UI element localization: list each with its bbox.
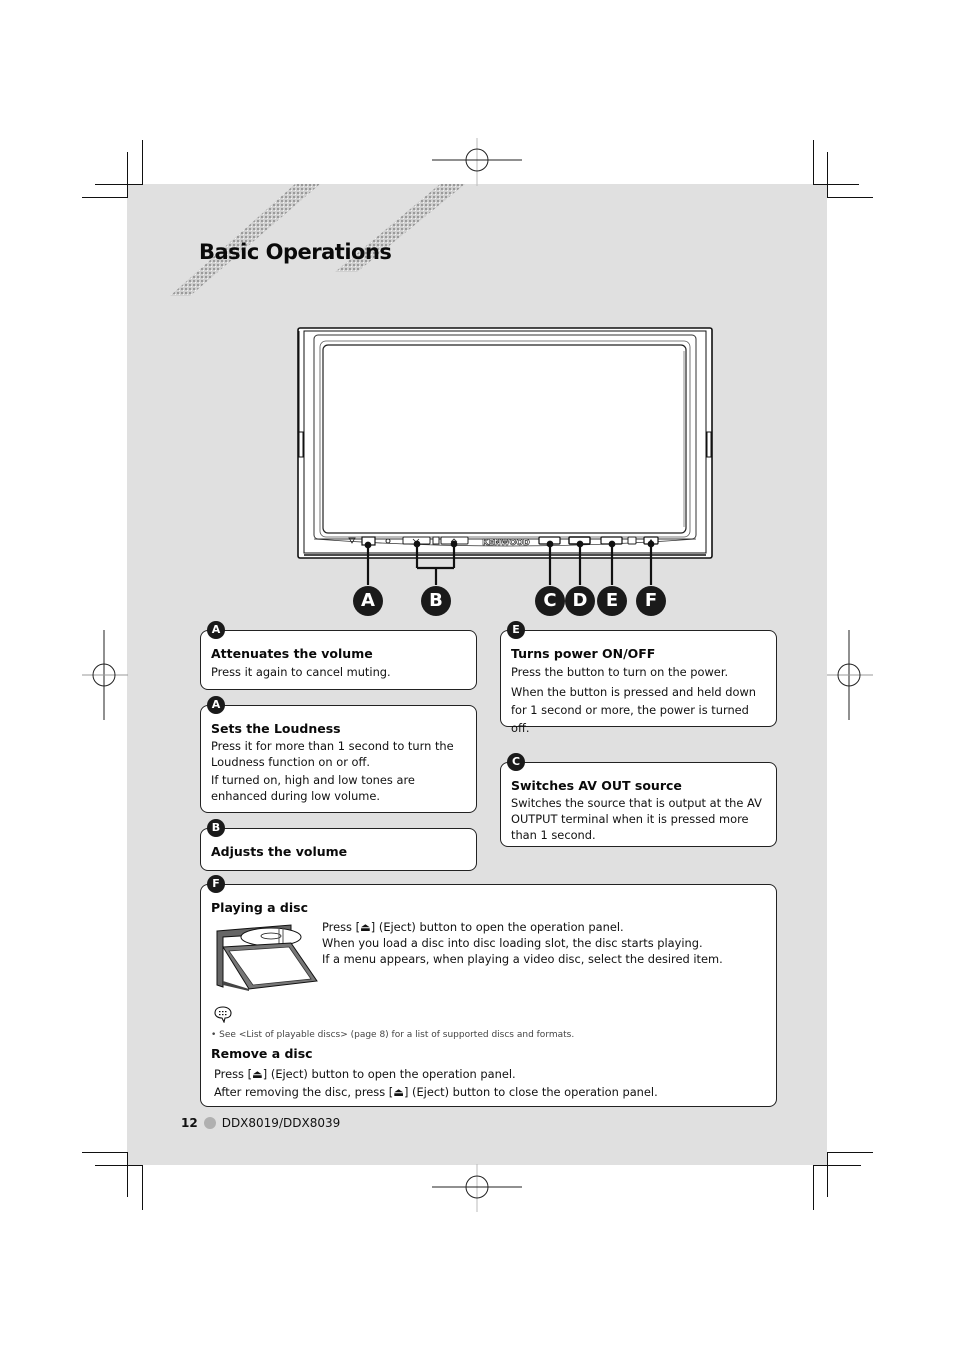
callout-a: A (353, 586, 383, 616)
heading-remove-disc: Remove a disc (211, 1046, 313, 1061)
callout-d: D (565, 586, 595, 616)
badge-a: A (207, 696, 225, 714)
registration-mark-left (82, 630, 128, 720)
text-play-2: When you load a disc into disc loading s… (322, 936, 703, 950)
callout-f: F (636, 586, 666, 616)
text-loudness-1: Press it for more than 1 second to turn … (211, 739, 454, 769)
disc-loading-illustration (216, 924, 318, 991)
note-icon (214, 1006, 232, 1023)
note-playable-discs: • See <List of playable discs> (page 8) … (211, 1030, 575, 1040)
text-loudness-2: If turned on, high and low tones are enh… (211, 773, 415, 803)
head-unit-illustration: KENWOOD (297, 327, 713, 585)
page-footer: 12 DDX8019/DDX8039 (181, 1116, 340, 1130)
page-title: Basic Operations (199, 240, 392, 264)
brand-logo: KENWOOD (482, 538, 530, 547)
badge-c: C (507, 753, 525, 771)
text-avout: Switches the source that is output at th… (511, 796, 762, 842)
info-box-avout: C Switches AV OUT source Switches the so… (500, 753, 777, 847)
text-power-1: Press the button to turn on the power. (511, 665, 729, 679)
heading-attenuate: Attenuates the volume (211, 646, 373, 661)
info-box-volume: B Adjusts the volume (200, 819, 477, 871)
page-number: 12 (181, 1116, 198, 1130)
text-remove-1: Press [⏏] (Eject) button to open the ope… (214, 1067, 516, 1081)
registration-mark-top (432, 138, 522, 186)
text-play-3: If a menu appears, when playing a video … (322, 952, 723, 966)
badge-a: A (207, 621, 225, 639)
registration-mark-right (827, 630, 873, 720)
text-attenuate: Press it again to cancel muting. (211, 665, 391, 679)
heading-playing-disc: Playing a disc (211, 900, 308, 915)
callout-e: E (597, 586, 627, 616)
text-remove-2: After removing the disc, press [⏏] (Ejec… (214, 1085, 658, 1099)
badge-f: F (207, 875, 225, 893)
badge-b: B (207, 819, 225, 837)
heading-loudness: Sets the Loudness (211, 721, 341, 736)
heading-avout: Switches AV OUT source (511, 778, 682, 793)
callout-b: B (421, 586, 451, 616)
heading-power: Turns power ON/OFF (511, 646, 656, 661)
bullet-dot-icon (203, 1117, 216, 1129)
info-box-disc: F Playing a disc Press [⏏] (Eject) butto… (200, 875, 777, 1107)
registration-mark-bottom (432, 1164, 522, 1212)
text-play-1: Press [⏏] (Eject) button to open the ope… (322, 920, 624, 934)
badge-e: E (507, 621, 525, 639)
text-power-2: When the button is pressed and held down… (511, 685, 756, 735)
model-name: DDX8019/DDX8039 (221, 1116, 341, 1130)
heading-volume: Adjusts the volume (211, 844, 348, 859)
info-box-attenuate: A Attenuates the volume Press it again t… (200, 621, 477, 690)
info-box-power: E Turns power ON/OFF Press the button to… (500, 621, 777, 735)
info-box-loudness: A Sets the Loudness Press it for more th… (200, 696, 477, 813)
callout-c: C (535, 586, 565, 616)
